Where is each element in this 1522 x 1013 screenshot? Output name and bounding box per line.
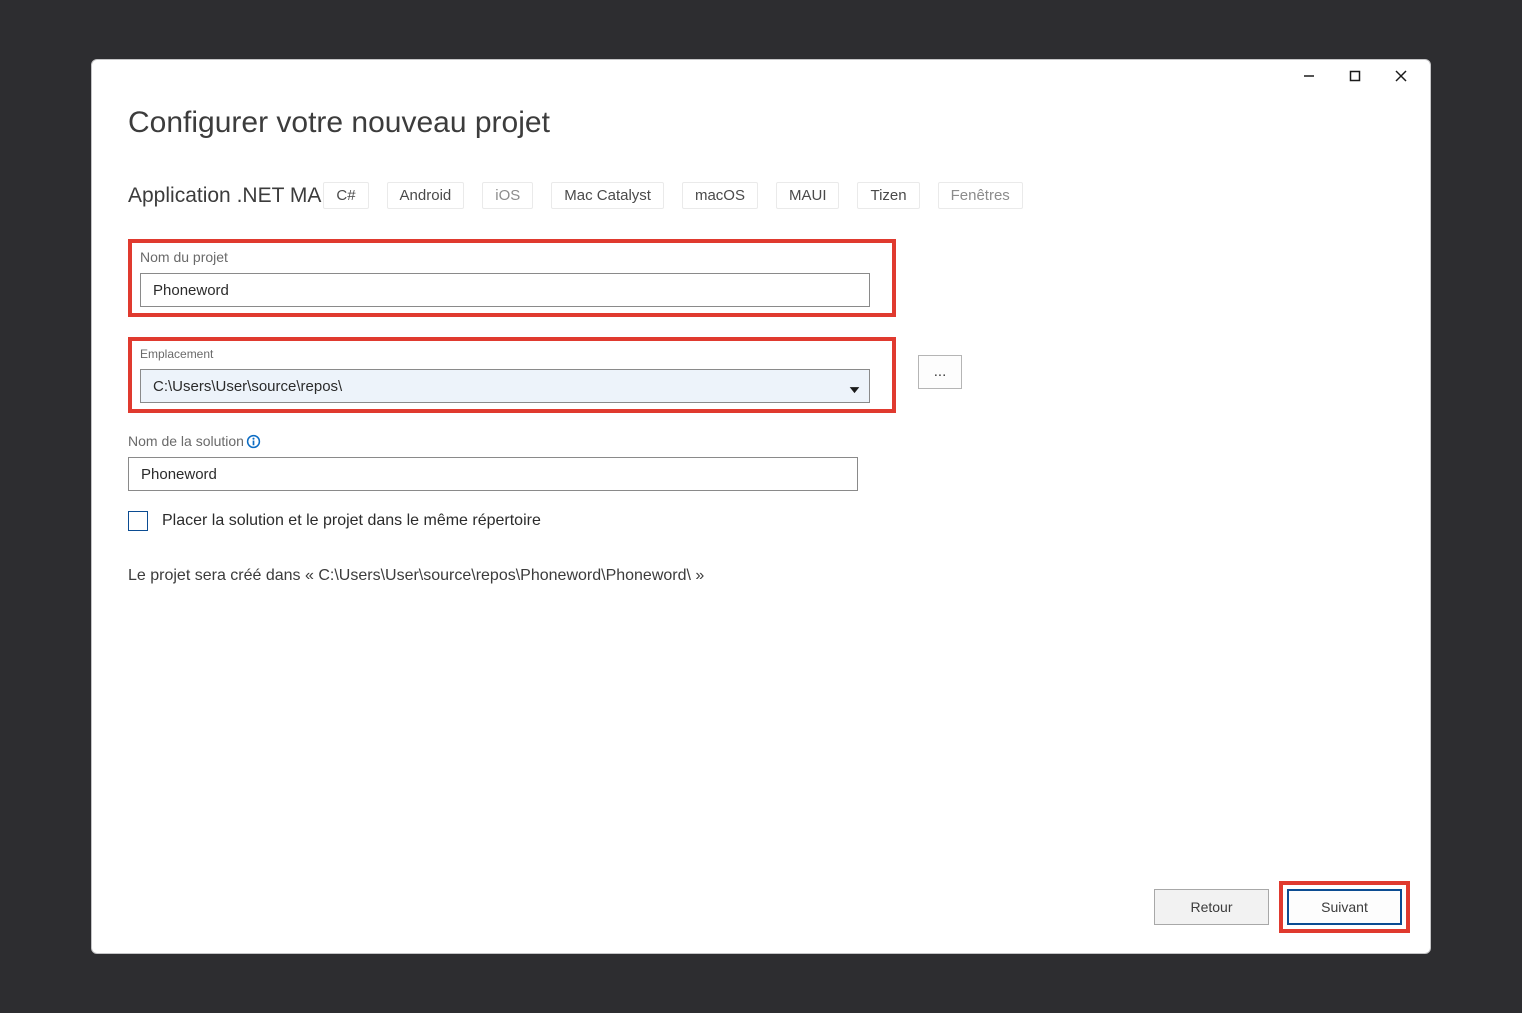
tag-android: Android (387, 182, 465, 209)
dialog-content: Configurer votre nouveau projet Applicat… (92, 92, 1430, 953)
title-bar (92, 60, 1430, 92)
solution-name-input[interactable] (128, 457, 858, 491)
same-directory-row: Placer la solution et le projet dans le … (128, 511, 1394, 531)
solution-name-group: Nom de la solution (128, 433, 908, 491)
info-icon[interactable] (246, 433, 262, 449)
next-button-highlight: Suivant (1279, 881, 1410, 933)
location-combobox[interactable]: C:\Users\User\source\repos\ (140, 369, 870, 403)
tag-macos: macOS (682, 182, 758, 209)
chevron-down-icon (849, 382, 857, 390)
page-title: Configurer votre nouveau projet (128, 106, 1394, 140)
solution-name-label: Nom de la solution (128, 433, 244, 449)
project-name-label: Nom du projet (140, 249, 884, 265)
project-name-input[interactable] (140, 273, 870, 307)
project-name-group-highlight: Nom du projet (128, 239, 896, 317)
location-value: C:\Users\User\source\repos\ (153, 378, 849, 395)
tag-tizen: Tizen (857, 182, 919, 209)
template-row: Application .NET MA C# Android iOS Mac C… (128, 182, 1394, 209)
tag-mac-catalyst: Mac Catalyst (551, 182, 664, 209)
close-button[interactable] (1378, 60, 1424, 92)
location-group-highlight: Emplacement C:\Users\User\source\repos\ (128, 337, 896, 413)
creation-path-info: Le projet sera créé dans « C:\Users\User… (128, 567, 1394, 585)
location-label: Emplacement (140, 347, 884, 361)
minimize-button[interactable] (1286, 60, 1332, 92)
same-directory-label: Placer la solution et le projet dans le … (162, 512, 541, 530)
next-button[interactable]: Suivant (1287, 889, 1402, 925)
tag-maui: MAUI (776, 182, 840, 209)
browse-button[interactable]: ... (918, 355, 962, 389)
same-directory-checkbox[interactable] (128, 511, 148, 531)
back-button[interactable]: Retour (1154, 889, 1269, 925)
template-name: Application .NET MA (128, 184, 321, 208)
tag-ios: iOS (482, 182, 533, 209)
tag-windows: Fenêtres (938, 182, 1023, 209)
dialog-footer: Retour Suivant (1154, 881, 1410, 933)
maximize-button[interactable] (1332, 60, 1378, 92)
dialog-window: Configurer votre nouveau projet Applicat… (91, 59, 1431, 954)
tag-csharp: C# (323, 182, 368, 209)
